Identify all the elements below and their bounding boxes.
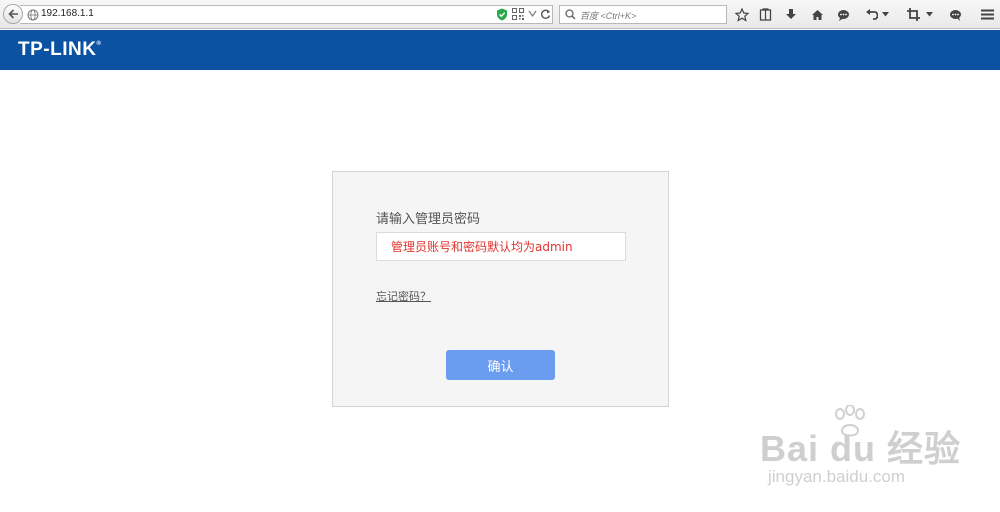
qr-code-icon[interactable] [512, 8, 524, 20]
back-arrow-icon [7, 9, 18, 19]
reload-icon[interactable] [540, 8, 551, 20]
chat-icon [837, 9, 849, 21]
page-header: TP-LINK® [0, 30, 1000, 70]
password-input[interactable] [376, 232, 626, 261]
watermark-text: Bai du 经验 [760, 428, 962, 469]
globe-icon [27, 9, 39, 21]
shield-icon[interactable] [496, 8, 508, 21]
dropdown-icon [925, 12, 933, 17]
chat-button[interactable] [834, 6, 852, 23]
password-prompt: 请输入管理员密码 [376, 212, 481, 227]
bookmark-star-button[interactable] [733, 6, 751, 23]
screenshot-menu-button[interactable] [924, 6, 934, 23]
search-icon [565, 9, 576, 20]
forgot-password-link[interactable]: 忘记密码？ [376, 288, 431, 304]
search-bar[interactable]: 百度 <Ctrl+K> [559, 5, 727, 24]
undo-menu-button[interactable] [880, 6, 890, 23]
screenshot-button[interactable] [904, 6, 922, 23]
star-icon [735, 7, 749, 22]
url-text: 192.168.1.1 [41, 8, 94, 19]
back-button[interactable] [3, 4, 23, 24]
dropdown-icon[interactable] [528, 10, 537, 18]
browser-toolbar: 192.168.1.1 百度 <Ctrl+K> [0, 0, 1000, 29]
watermark-url: jingyan.baidu.com [768, 467, 906, 486]
home-icon [811, 9, 823, 20]
reading-list-icon [759, 8, 771, 21]
search-placeholder: 百度 <Ctrl+K> [580, 11, 637, 21]
baidu-watermark: Bai du 经验 jingyan.baidu.com [760, 405, 980, 490]
undo-button[interactable] [862, 6, 880, 23]
menu-icon [980, 9, 994, 20]
feedback-button[interactable] [946, 6, 964, 23]
confirm-button[interactable]: 确认 [446, 350, 555, 380]
login-card: 请输入管理员密码 忘记密码？ 确认 [332, 171, 669, 407]
undo-icon [865, 8, 878, 20]
downloads-button[interactable] [782, 6, 800, 23]
crop-icon [906, 8, 920, 21]
reading-list-button[interactable] [756, 6, 774, 23]
url-bar[interactable]: 192.168.1.1 [20, 5, 553, 24]
dropdown-icon [881, 12, 889, 17]
menu-button[interactable] [978, 6, 996, 23]
download-icon [786, 9, 796, 19]
home-button[interactable] [808, 6, 826, 23]
bubble-icon [949, 9, 961, 21]
tp-link-logo: TP-LINK® [18, 39, 102, 60]
